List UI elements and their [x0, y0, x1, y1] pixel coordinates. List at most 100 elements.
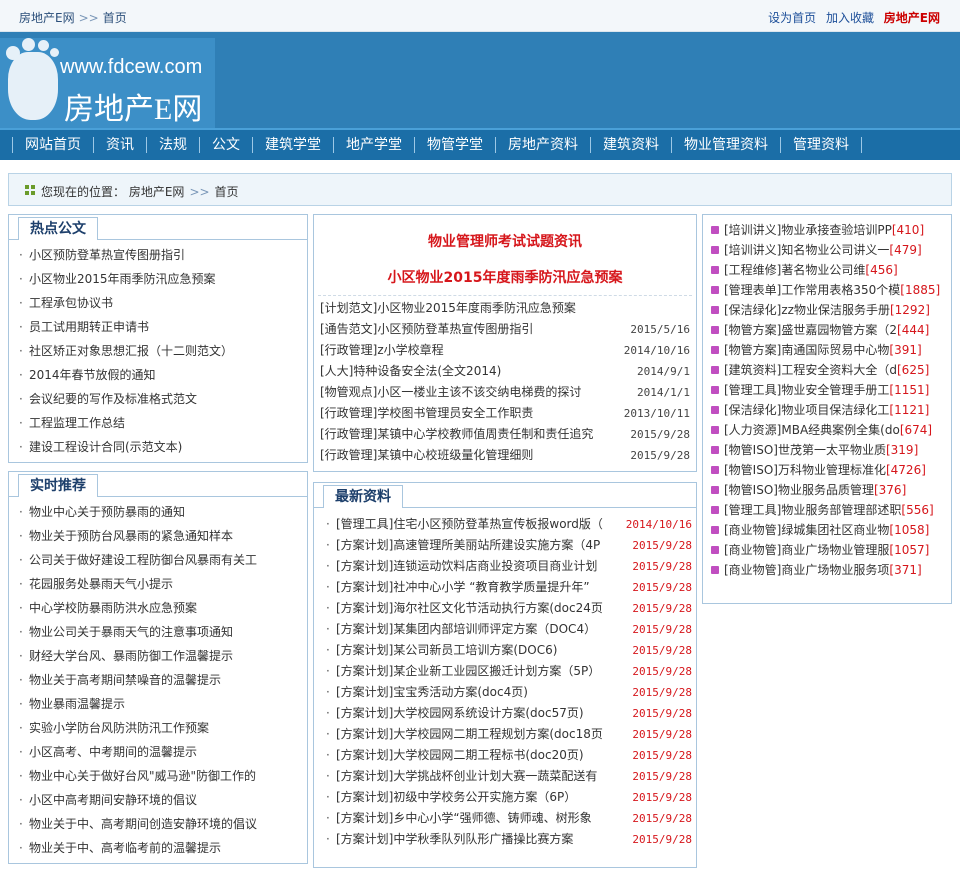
ranking-row[interactable]: [培训讲义]知名物业公司讲义一[479]	[711, 240, 947, 260]
resource-title[interactable]: zz物业保洁服务手册	[781, 303, 890, 317]
featured-headline-1[interactable]: 物业管理师考试试题资讯	[314, 231, 696, 251]
featured-row[interactable]: [行政管理]某镇中心学校教师值周责任制和责任追究 2015/9/28	[320, 424, 690, 445]
list-item[interactable]: 小区预防登革热宣传图册指引	[17, 243, 233, 267]
ranking-row[interactable]: [商业物管]商业广场物业管理服[1057]	[711, 540, 947, 560]
article-title[interactable]: 学校图书管理员安全工作职责	[377, 406, 533, 420]
article-title[interactable]: 小区一楼业主该不该交纳电梯费的探讨	[377, 385, 581, 399]
featured-headline-2[interactable]: 小区物业2015年度雨季防汛应急预案	[314, 267, 696, 287]
nav-item-construction-school[interactable]: 建筑学堂	[252, 137, 333, 153]
list-item[interactable]: 物业关于高考期间禁噪音的温馨提示	[17, 668, 257, 692]
featured-row[interactable]: [计划范文]小区物业2015年度雨季防汛应急预案	[320, 298, 690, 319]
list-item[interactable]: 物业暴雨温馨提示	[17, 692, 257, 716]
article-title[interactable]: 宝宝秀活动方案(doc4页)	[393, 685, 528, 699]
latest-row[interactable]: [方案计划]大学校园网二期工程规划方案(doc18页 2015/9/28	[324, 724, 692, 745]
resource-title[interactable]: 绿城集团社区商业物	[781, 523, 889, 537]
list-item[interactable]: 物业中心关于做好台风"威马逊"防御工作的	[17, 764, 257, 788]
article-title[interactable]: 连锁运动饮料店商业投资项目商业计划	[393, 559, 597, 573]
list-item[interactable]: 物业关于预防台风暴雨的紧急通知样本	[17, 524, 257, 548]
nav-item-laws[interactable]: 法规	[146, 137, 199, 153]
nav-item-documents[interactable]: 公文	[199, 137, 252, 153]
article-title[interactable]: 大学挑战杯创业计划大赛一蔬菜配送有	[393, 769, 597, 783]
ranking-row[interactable]: [培训讲义]物业承接查验培训PP[410]	[711, 220, 947, 240]
ranking-row[interactable]: [保洁绿化]物业项目保洁绿化工[1121]	[711, 400, 947, 420]
resource-title[interactable]: 物业项目保洁绿化工	[781, 403, 889, 417]
article-title[interactable]: 某镇中心校班级量化管理细则	[377, 448, 533, 462]
article-title[interactable]: 特种设备安全法(全文2014)	[353, 364, 501, 378]
list-item[interactable]: 社区矫正对象思想汇报（十二则范文）	[17, 339, 233, 363]
list-item[interactable]: 花园服务处暴雨天气小提示	[17, 572, 257, 596]
article-title[interactable]: 中学秋季队列队形广播操比赛方案	[393, 832, 573, 846]
latest-row[interactable]: [方案计划]大学挑战杯创业计划大赛一蔬菜配送有 2015/9/28	[324, 766, 692, 787]
article-title[interactable]: 某镇中心学校教师值周责任制和责任追究	[377, 427, 593, 441]
article-title[interactable]: 高速管理所美丽站所建设实施方案（4P	[393, 538, 600, 552]
article-title[interactable]: 住宅小区预防登革热宣传板报word版（	[393, 517, 603, 531]
ranking-row[interactable]: [物管方案]盛世嘉园物管方案（2[444]	[711, 320, 947, 340]
ranking-row[interactable]: [商业物管]绿城集团社区商业物[1058]	[711, 520, 947, 540]
latest-row[interactable]: [方案计划]宝宝秀活动方案(doc4页) 2015/9/28	[324, 682, 692, 703]
article-title[interactable]: 社冲中心小学 “教育教学质量提升年”	[393, 580, 589, 594]
ranking-row[interactable]: [物管ISO]万科物业管理标准化[4726]	[711, 460, 947, 480]
featured-row[interactable]: [行政管理]z小学校章程 2014/10/16	[320, 340, 690, 361]
ranking-row[interactable]: [管理表单]工作常用表格350个模[1885]	[711, 280, 947, 300]
featured-row[interactable]: [通告范文]小区预防登革热宣传图册指引 2015/5/16	[320, 319, 690, 340]
nav-item-property-school[interactable]: 物管学堂	[414, 137, 495, 153]
resource-title[interactable]: 物业服务品质管理	[778, 483, 874, 497]
list-item[interactable]: 工程承包协议书	[17, 291, 233, 315]
article-title[interactable]: 小区物业2015年度雨季防汛应急预案	[377, 301, 576, 315]
list-item[interactable]: 物业公司关于暴雨天气的注意事项通知	[17, 620, 257, 644]
list-item[interactable]: 2014年春节放假的通知	[17, 363, 233, 387]
ranking-row[interactable]: [工程维修]著名物业公司维[456]	[711, 260, 947, 280]
nav-item-property-mgmt-materials[interactable]: 物业管理资料	[671, 137, 780, 153]
list-item[interactable]: 物业中心关于预防暴雨的通知	[17, 500, 257, 524]
location-current-link[interactable]: 首页	[215, 185, 239, 199]
nav-item-mgmt-materials[interactable]: 管理资料	[780, 137, 862, 153]
nav-item-realestate-school[interactable]: 地产学堂	[333, 137, 414, 153]
list-item[interactable]: 中心学校防暴雨防洪水应急预案	[17, 596, 257, 620]
nav-item-home[interactable]: 网站首页	[12, 137, 93, 153]
latest-row[interactable]: [方案计划]高速管理所美丽站所建设实施方案（4P 2015/9/28	[324, 535, 692, 556]
nav-item-construction-materials[interactable]: 建筑资料	[590, 137, 671, 153]
set-homepage-link[interactable]: 设为首页	[768, 11, 816, 25]
featured-row[interactable]: [物管观点]小区一楼业主该不该交纳电梯费的探讨 2014/1/1	[320, 382, 690, 403]
resource-title[interactable]: MBA经典案例全集(do	[781, 423, 899, 437]
resource-title[interactable]: 南通国际贸易中心物	[781, 343, 889, 357]
list-item[interactable]: 员工试用期转正申请书	[17, 315, 233, 339]
location-home-link[interactable]: 房地产E网	[129, 185, 185, 199]
latest-row[interactable]: [方案计划]某企业新工业园区搬迁计划方案（5P） 2015/9/28	[324, 661, 692, 682]
brand-link[interactable]: 房地产E网	[884, 11, 940, 25]
article-title[interactable]: 某企业新工业园区搬迁计划方案（5P）	[393, 664, 600, 678]
article-title[interactable]: 某集团内部培训师评定方案（DOC4）	[393, 622, 596, 636]
ranking-row[interactable]: [物管ISO]物业服务品质管理[376]	[711, 480, 947, 500]
article-title[interactable]: 海尔社区文化节活动执行方案(doc24页	[393, 601, 603, 615]
ranking-row[interactable]: [建筑资料]工程安全资料大全（d[625]	[711, 360, 947, 380]
nav-item-realestate-materials[interactable]: 房地产资料	[495, 137, 590, 153]
latest-row[interactable]: [管理工具]住宅小区预防登革热宣传板报word版（ 2014/10/16	[324, 514, 692, 535]
list-item[interactable]: 公司关于做好建设工程防御台风暴雨有关工	[17, 548, 257, 572]
ranking-row[interactable]: [管理工具]物业服务部管理部述职[556]	[711, 500, 947, 520]
list-item[interactable]: 小区物业2015年雨季防汛应急预案	[17, 267, 233, 291]
latest-row[interactable]: [方案计划]初级中学校务公开实施方案（6P） 2015/9/28	[324, 787, 692, 808]
article-title[interactable]: z小学校章程	[377, 343, 443, 357]
resource-title[interactable]: 著名物业公司维	[781, 263, 865, 277]
featured-row[interactable]: [人大]特种设备安全法(全文2014) 2014/9/1	[320, 361, 690, 382]
latest-row[interactable]: [方案计划]社冲中心小学 “教育教学质量提升年” 2015/9/28	[324, 577, 692, 598]
list-item[interactable]: 实验小学防台风防洪防汛工作预案	[17, 716, 257, 740]
ranking-row[interactable]: [人力资源]MBA经典案例全集(do[674]	[711, 420, 947, 440]
site-logo[interactable]: www.fdcew.com 房地产E网	[0, 38, 215, 128]
article-title[interactable]: 大学校园网二期工程标书(doc20页)	[393, 748, 583, 762]
latest-row[interactable]: [方案计划]某公司新员工培训方案(DOC6) 2015/9/28	[324, 640, 692, 661]
resource-title[interactable]: 世茂第一太平物业质	[778, 443, 886, 457]
latest-row[interactable]: [方案计划]某集团内部培训师评定方案（DOC4） 2015/9/28	[324, 619, 692, 640]
latest-row[interactable]: [方案计划]大学校园网系统设计方案(doc57页) 2015/9/28	[324, 703, 692, 724]
resource-title[interactable]: 知名物业公司讲义一	[781, 243, 889, 257]
list-item[interactable]: 小区中高考期间安静环境的倡议	[17, 788, 257, 812]
article-title[interactable]: 小区预防登革热宣传图册指引	[377, 322, 533, 336]
list-item[interactable]: 工程监理工作总结	[17, 411, 233, 435]
list-item[interactable]: 小区高考、中考期间的温馨提示	[17, 740, 257, 764]
nav-item-news[interactable]: 资讯	[93, 137, 146, 153]
resource-title[interactable]: 商业广场物业管理服	[781, 543, 889, 557]
resource-title[interactable]: 工作常用表格350个模	[781, 283, 900, 297]
resource-title[interactable]: 万科物业管理标准化	[778, 463, 886, 477]
list-item[interactable]: 财经大学台风、暴雨防御工作温馨提示	[17, 644, 257, 668]
ranking-row[interactable]: [保洁绿化]zz物业保洁服务手册[1292]	[711, 300, 947, 320]
